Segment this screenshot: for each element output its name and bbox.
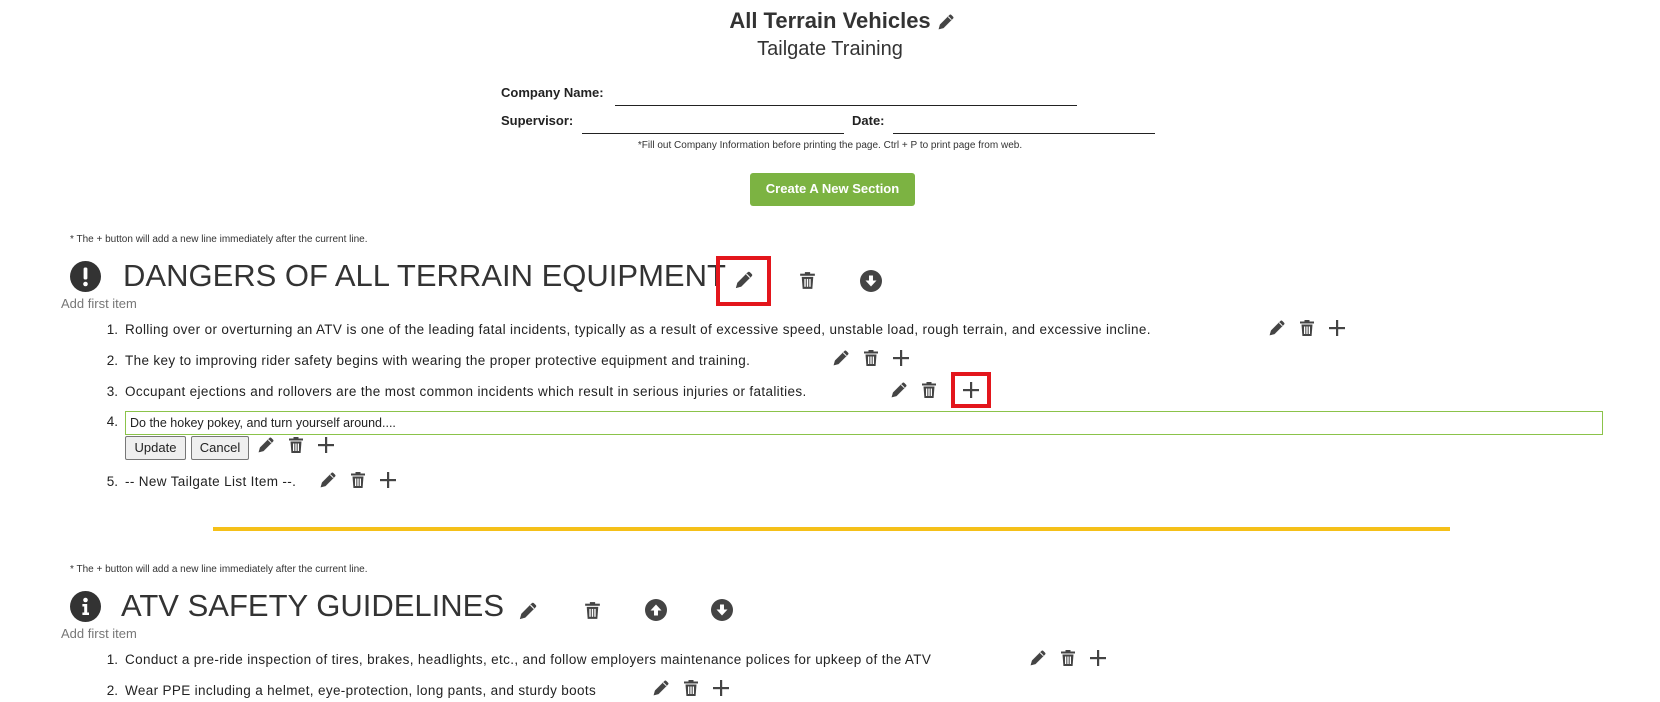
item-actions	[889, 380, 949, 400]
delete-item-trash-icon[interactable]	[1058, 648, 1078, 668]
supervisor-label: Supervisor:	[501, 113, 574, 128]
list-item-text: Conduct a pre-ride inspection of tires, …	[125, 652, 932, 667]
plus-button-note: * The + button will add a new line immed…	[70, 234, 368, 245]
move-section-up-icon[interactable]	[645, 599, 667, 621]
exclamation-icon	[70, 261, 101, 292]
edit-title-pencil-icon[interactable]	[936, 12, 956, 32]
add-item-plus-icon[interactable]	[711, 678, 731, 698]
delete-item-trash-icon[interactable]	[1297, 318, 1317, 338]
edit-item-pencil-icon[interactable]	[889, 380, 909, 400]
info-icon	[70, 591, 101, 622]
delete-section-trash-icon[interactable]	[582, 600, 603, 621]
add-first-item-link[interactable]: Add first item	[61, 296, 137, 311]
date-field[interactable]	[893, 132, 1155, 134]
edit-section-pencil-icon[interactable]	[517, 600, 539, 622]
add-item-plus-icon[interactable]	[1327, 318, 1347, 338]
print-note: *Fill out Company Information before pri…	[637, 140, 1023, 151]
plus-button-note: * The + button will add a new line immed…	[70, 564, 368, 575]
edit-item-pencil-icon[interactable]	[831, 348, 851, 368]
supervisor-field[interactable]	[582, 132, 844, 134]
list-item-text: The key to improving rider safety begins…	[125, 353, 751, 368]
delete-section-trash-icon[interactable]	[797, 270, 818, 291]
edit-item-input[interactable]	[125, 411, 1603, 435]
item-actions	[1267, 318, 1357, 338]
delete-item-trash-icon[interactable]	[348, 470, 368, 490]
add-item-plus-icon[interactable]	[378, 470, 398, 490]
page-subtitle: Tailgate Training	[757, 38, 903, 60]
add-first-item-link[interactable]: Add first item	[61, 626, 137, 641]
delete-item-trash-icon[interactable]	[919, 380, 939, 400]
section-divider	[213, 527, 1450, 531]
item-actions	[831, 348, 921, 368]
edit-section-pencil-icon[interactable]	[733, 269, 755, 291]
edit-item-pencil-icon[interactable]	[318, 470, 338, 490]
list-item-text: -- New Tailgate List Item --.	[125, 474, 297, 489]
date-label: Date:	[852, 113, 885, 128]
move-section-down-icon[interactable]	[860, 270, 882, 292]
delete-item-trash-icon[interactable]	[861, 348, 881, 368]
edit-item-pencil-icon[interactable]	[256, 435, 276, 455]
move-section-down-icon[interactable]	[711, 599, 733, 621]
item-number: 2.	[106, 683, 118, 698]
list-item-text: Rolling over or overturning an ATV is on…	[125, 322, 1151, 337]
edit-item-pencil-icon[interactable]	[1028, 648, 1048, 668]
page-header: All Terrain Vehicles Tailgate Training	[0, 8, 1660, 61]
item-number: 4.	[106, 414, 118, 429]
delete-item-trash-icon[interactable]	[286, 435, 306, 455]
item-actions	[651, 678, 741, 698]
company-name-field[interactable]	[615, 104, 1077, 106]
list-item-text: Occupant ejections and rollovers are the…	[125, 384, 807, 399]
item-actions	[256, 435, 346, 455]
item-number: 5.	[106, 474, 118, 489]
create-new-section-button[interactable]: Create A New Section	[750, 173, 915, 206]
item-actions	[1028, 648, 1118, 668]
add-item-plus-icon[interactable]	[1088, 648, 1108, 668]
company-name-label: Company Name:	[501, 85, 604, 100]
update-button[interactable]: Update	[125, 436, 186, 460]
page-title: All Terrain Vehicles	[729, 8, 931, 33]
section-title: ATV SAFETY GUIDELINES	[121, 588, 505, 623]
item-actions	[318, 470, 408, 490]
item-number: 1.	[106, 652, 118, 667]
item-number: 3.	[106, 384, 118, 399]
item-number: 1.	[106, 322, 118, 337]
edit-item-pencil-icon[interactable]	[651, 678, 671, 698]
item-number: 2.	[106, 353, 118, 368]
list-item-text: Wear PPE including a helmet, eye-protect…	[125, 683, 597, 698]
delete-item-trash-icon[interactable]	[681, 678, 701, 698]
add-item-plus-icon[interactable]	[961, 380, 981, 400]
cancel-button[interactable]: Cancel	[191, 436, 249, 460]
add-item-plus-icon[interactable]	[316, 435, 336, 455]
add-item-plus-icon[interactable]	[891, 348, 911, 368]
section-title: DANGERS OF ALL TERRAIN EQUIPMENT	[123, 258, 726, 293]
edit-item-pencil-icon[interactable]	[1267, 318, 1287, 338]
